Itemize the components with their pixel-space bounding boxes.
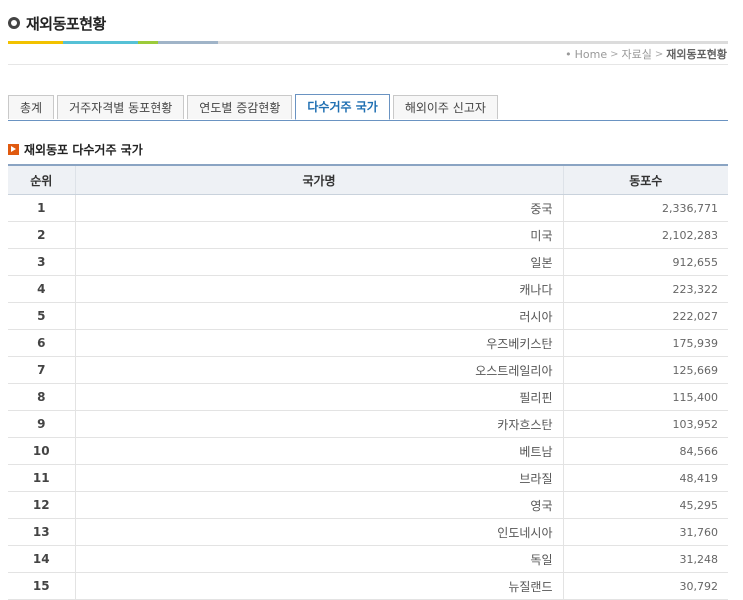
cell-count: 175,939 <box>562 329 728 357</box>
header-count: 동포수 <box>562 164 728 195</box>
tab-underline <box>8 120 728 121</box>
tab-top-countries[interactable]: 다수거주 국가 <box>295 94 390 120</box>
breadcrumb-dot-icon: • <box>565 47 572 61</box>
tab-by-residence-status[interactable]: 거주자격별 동포현황 <box>57 95 185 119</box>
chevron-right-icon: > <box>654 48 664 60</box>
table-row: 9 카자흐스탄 103,952 <box>8 410 728 438</box>
table-row: 15 뉴질랜드 30,792 <box>8 572 728 600</box>
cell-rank: 11 <box>8 464 75 492</box>
cell-country: 미국 <box>74 221 563 249</box>
breadcrumb-current: 재외동포현황 <box>666 48 727 61</box>
cell-country: 필리핀 <box>74 383 563 411</box>
table-row: 13 인도네시아 31,760 <box>8 518 728 546</box>
table-row: 2 미국 2,102,283 <box>8 221 728 249</box>
cell-country: 브라질 <box>74 464 563 492</box>
cell-country: 독일 <box>74 545 563 573</box>
table-row: 3 일본 912,655 <box>8 248 728 276</box>
table-row: 11 브라질 48,419 <box>8 464 728 492</box>
accent-cyan <box>63 41 138 44</box>
cell-country: 러시아 <box>74 302 563 330</box>
cell-count: 48,419 <box>562 464 728 492</box>
breadcrumb-home[interactable]: Home <box>575 48 607 61</box>
page-title: 재외동포현황 <box>8 12 728 34</box>
cell-count: 115,400 <box>562 383 728 411</box>
cell-rank: 2 <box>8 221 75 249</box>
table-row: 8 필리핀 115,400 <box>8 383 728 411</box>
table-row: 4 캐나다 223,322 <box>8 275 728 303</box>
title-underline <box>8 41 728 44</box>
cell-country: 오스트레일리아 <box>74 356 563 384</box>
cell-count: 31,248 <box>562 545 728 573</box>
circle-bullet-icon <box>8 17 20 29</box>
table-row: 6 우즈베키스탄 175,939 <box>8 329 728 357</box>
tab-bar: 총계 거주자격별 동포현황 연도별 증감현황 다수거주 국가 해외이주 신고자 <box>8 94 501 120</box>
cell-rank: 5 <box>8 302 75 330</box>
cell-count: 912,655 <box>562 248 728 276</box>
cell-rank: 12 <box>8 491 75 519</box>
tab-total[interactable]: 총계 <box>8 95 55 119</box>
cell-rank: 6 <box>8 329 75 357</box>
cell-count: 103,952 <box>562 410 728 438</box>
table-body: 1 중국 2,336,771 2 미국 2,102,283 3 일본 912,655 4 캐나다 22… <box>8 194 728 600</box>
header-rank: 순위 <box>8 164 75 195</box>
cell-rank: 8 <box>8 383 75 411</box>
table-row: 12 영국 45,295 <box>8 491 728 519</box>
breadcrumb-divider <box>8 64 728 65</box>
cell-count: 45,295 <box>562 491 728 519</box>
section-title: 재외동포 다수거주 국가 <box>8 141 143 158</box>
table-header-row: 순위 국가명 동포수 <box>8 164 728 195</box>
cell-count: 222,027 <box>562 302 728 330</box>
cell-rank: 1 <box>8 194 75 222</box>
accent-green <box>138 41 158 44</box>
country-table: 순위 국가명 동포수 1 중국 2,336,771 2 미국 2,102,283 3 일본 91… <box>8 164 728 600</box>
accent-steel <box>158 41 218 44</box>
cell-rank: 9 <box>8 410 75 438</box>
cell-count: 223,322 <box>562 275 728 303</box>
cell-country: 카자흐스탄 <box>74 410 563 438</box>
tab-emigration-reports[interactable]: 해외이주 신고자 <box>392 95 498 119</box>
cell-country: 인도네시아 <box>74 518 563 546</box>
cell-count: 125,669 <box>562 356 728 384</box>
cell-country: 중국 <box>74 194 563 222</box>
cell-count: 31,760 <box>562 518 728 546</box>
cell-rank: 10 <box>8 437 75 465</box>
cell-count: 2,336,771 <box>562 194 728 222</box>
page-title-text: 재외동포현황 <box>26 14 106 33</box>
page-header: 재외동포현황 <box>8 12 728 44</box>
table-row: 10 베트남 84,566 <box>8 437 728 465</box>
cell-rank: 14 <box>8 545 75 573</box>
cell-rank: 13 <box>8 518 75 546</box>
chevron-right-icon: > <box>610 48 619 60</box>
breadcrumb-level1[interactable]: 자료실 <box>622 46 652 62</box>
cell-country: 캐나다 <box>74 275 563 303</box>
cell-count: 30,792 <box>562 572 728 600</box>
table-row: 7 오스트레일리아 125,669 <box>8 356 728 384</box>
table-row: 1 중국 2,336,771 <box>8 194 728 222</box>
cell-country: 우즈베키스탄 <box>74 329 563 357</box>
arrow-box-icon <box>8 144 19 155</box>
accent-yellow <box>8 41 63 44</box>
cell-country: 일본 <box>74 248 563 276</box>
tab-yearly-change[interactable]: 연도별 증감현황 <box>187 95 293 119</box>
cell-count: 2,102,283 <box>562 221 728 249</box>
cell-country: 뉴질랜드 <box>74 572 563 600</box>
header-country: 국가명 <box>74 164 563 195</box>
table-row: 14 독일 31,248 <box>8 545 728 573</box>
cell-rank: 7 <box>8 356 75 384</box>
table-row: 5 러시아 222,027 <box>8 302 728 330</box>
cell-country: 영국 <box>74 491 563 519</box>
cell-rank: 4 <box>8 275 75 303</box>
cell-rank: 15 <box>8 572 75 600</box>
section-title-text: 재외동포 다수거주 국가 <box>24 143 143 157</box>
cell-rank: 3 <box>8 248 75 276</box>
cell-country: 베트남 <box>74 437 563 465</box>
breadcrumb: • Home > 자료실 > 재외동포현황 <box>565 46 727 62</box>
cell-count: 84,566 <box>562 437 728 465</box>
